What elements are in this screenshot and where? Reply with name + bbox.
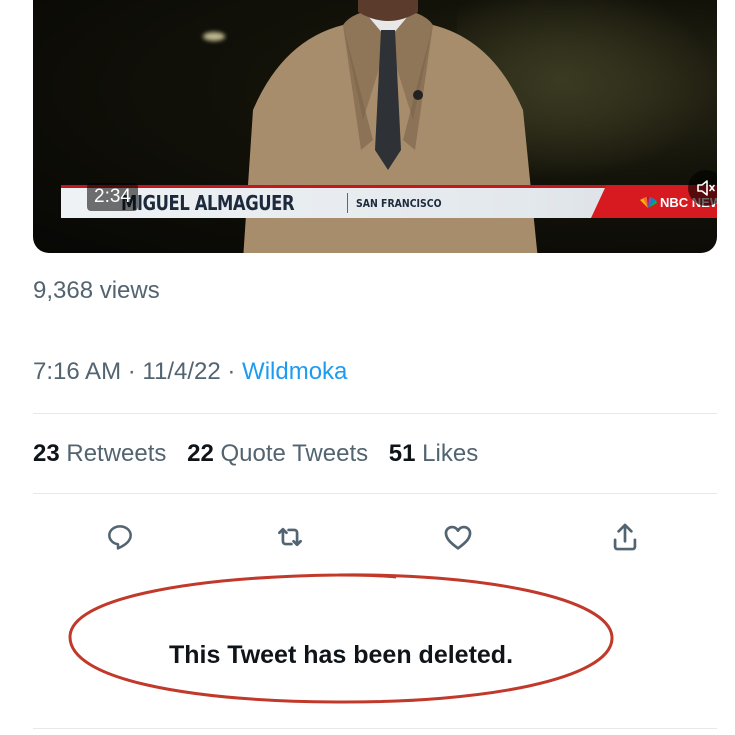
heart-icon xyxy=(444,525,472,550)
retweet-icon xyxy=(278,527,302,547)
peacock-logo-icon xyxy=(640,197,657,208)
reporter-name: MIGUEL ALMAGUER xyxy=(121,191,295,215)
lower-third-separator xyxy=(347,193,348,213)
meta-separator: · xyxy=(227,358,236,385)
report-location: SAN FRANCISCO xyxy=(356,197,442,210)
tweet-time[interactable]: 7:16 AM xyxy=(33,358,121,385)
tweet-metadata: 7:16 AM · 11/4/22 · Wildmoka xyxy=(33,358,347,386)
quote-tweets-stat[interactable]: 22 Quote Tweets xyxy=(187,440,368,467)
share-button[interactable] xyxy=(605,517,645,557)
likes-stat[interactable]: 51 Likes xyxy=(389,440,478,467)
engagement-stats: 23 Retweets 22 Quote Tweets 51 Likes xyxy=(33,440,478,468)
video-background-light xyxy=(203,32,225,41)
reply-icon xyxy=(108,525,132,550)
reply-button[interactable] xyxy=(100,517,140,557)
speaker-muted-icon xyxy=(697,180,715,196)
video-player[interactable]: MIGUEL ALMAGUER SAN FRANCISCO NBC NEWS 2… xyxy=(33,0,717,253)
meta-separator: · xyxy=(127,358,136,385)
deleted-tweet-text: This Tweet has been deleted. xyxy=(168,640,514,669)
retweet-button[interactable] xyxy=(270,517,310,557)
divider xyxy=(33,413,717,414)
tweet-date[interactable]: 11/4/22 xyxy=(142,358,220,385)
divider xyxy=(33,728,717,729)
mute-button[interactable] xyxy=(688,170,717,206)
deleted-tweet-notice: This Tweet has been deleted. xyxy=(66,567,616,707)
news-lower-third: MIGUEL ALMAGUER SAN FRANCISCO NBC NEWS xyxy=(61,185,717,218)
like-button[interactable] xyxy=(438,517,478,557)
tweet-source-link[interactable]: Wildmoka xyxy=(242,358,347,385)
share-icon xyxy=(613,523,637,551)
retweets-stat[interactable]: 23 Retweets xyxy=(33,440,166,467)
divider xyxy=(33,493,717,494)
view-count: 9,368 views xyxy=(33,277,160,304)
video-duration: 2:34 xyxy=(87,183,138,211)
